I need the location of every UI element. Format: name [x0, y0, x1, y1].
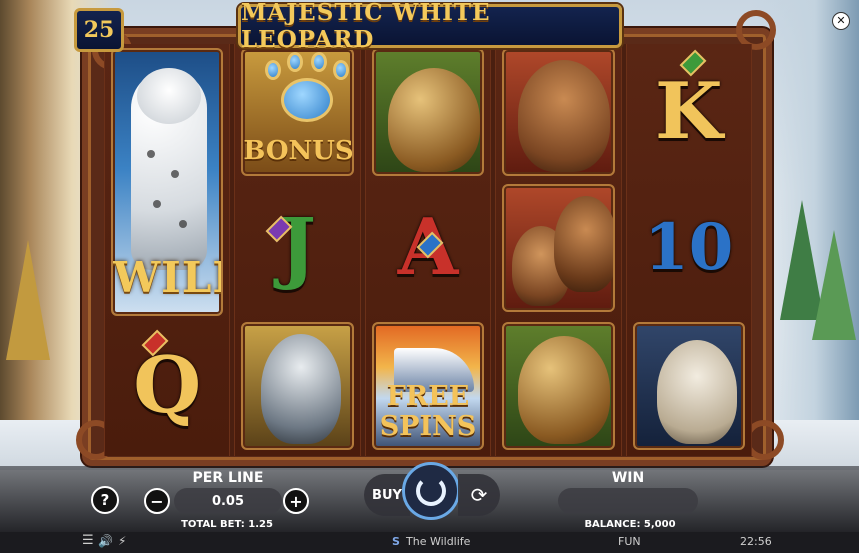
pine-tree-decoration: [6, 240, 50, 360]
wolf-image: [261, 334, 342, 444]
eagle-image: [387, 68, 480, 172]
game-name: The Wildlife: [406, 535, 471, 548]
symbol-a: A: [372, 184, 484, 312]
turbo-icon[interactable]: ⚡: [118, 534, 126, 548]
menu-icon[interactable]: ☰: [82, 533, 94, 548]
bear-symbol: [502, 48, 615, 176]
free-label: FREE: [386, 381, 470, 412]
bet-increase-button[interactable]: +: [283, 488, 309, 514]
autoplay-icon: ⟳: [470, 483, 488, 507]
spins-label: SPINS: [379, 411, 477, 442]
per-line-value: 0.05: [174, 488, 282, 514]
bear-image: [518, 60, 611, 172]
letter-10: 10: [644, 210, 734, 285]
mountain-goat-symbol: [632, 322, 745, 450]
bear-image: [554, 196, 613, 292]
snow-leopard-head: [137, 68, 201, 124]
symbol-10: 10: [633, 184, 745, 312]
bear-pair-symbol: [502, 184, 615, 312]
help-button[interactable]: ?: [91, 486, 119, 514]
wild-symbol: WILD: [111, 48, 224, 316]
eagle-symbol: [502, 322, 615, 450]
pine-tree-decoration: [812, 230, 856, 340]
mode-indicator: FUN: [618, 535, 641, 548]
paylines-badge: 25: [74, 8, 124, 52]
reel-3: A FREE SPINS: [364, 44, 492, 456]
reel-5: K 10: [625, 44, 752, 456]
win-label: WIN: [611, 470, 645, 486]
reels-grid: WILD Q BONUS J A: [104, 44, 752, 456]
leopard-spot: [147, 150, 155, 158]
autoplay-button[interactable]: ⟳: [458, 474, 500, 516]
paw-icon: [281, 78, 334, 122]
reel-1: WILD Q: [104, 44, 231, 456]
per-line-label: PER LINE: [192, 470, 264, 486]
letter-k: K: [654, 66, 723, 157]
paw-toe: [287, 52, 304, 72]
letter-q: Q: [133, 340, 202, 431]
symbol-j: J: [241, 184, 353, 312]
leopard-spot: [171, 170, 179, 178]
close-icon[interactable]: ✕: [832, 12, 850, 30]
sound-icon[interactable]: 🔊: [98, 534, 113, 548]
symbol-q: Q: [111, 322, 223, 450]
game-title: MAJESTIC WHITE LEOPARD: [241, 0, 491, 53]
game-title-banner: MAJESTIC WHITE LEOPARD: [238, 0, 622, 53]
leopard-spot: [179, 220, 187, 228]
spin-icon: [416, 476, 446, 506]
wild-label: WILD: [113, 253, 221, 302]
bonus-label: BONUS: [243, 136, 354, 166]
game-name-logo-icon: S: [392, 535, 400, 548]
total-bet-label: TOTAL BET: 1.25: [181, 519, 273, 530]
win-value-field: [558, 488, 698, 514]
leopard-spot: [153, 200, 161, 208]
symbol-k: K: [633, 48, 745, 176]
free-spins-label: FREE SPINS: [374, 382, 482, 442]
status-bar: ☰ 🔊 ⚡ S The Wildlife FUN 22:56: [0, 532, 859, 553]
wolf-symbol: [241, 322, 354, 450]
bonus-symbol: BONUS: [241, 48, 354, 176]
reel-2: BONUS J: [234, 44, 361, 456]
paw-toe: [333, 60, 350, 80]
goat-image: [656, 340, 737, 444]
clock: 22:56: [740, 535, 772, 548]
spin-button[interactable]: [402, 462, 460, 520]
bet-decrease-button[interactable]: −: [144, 488, 170, 514]
reel-4: [495, 44, 622, 456]
paw-toe: [311, 52, 328, 72]
free-spins-symbol: FREE SPINS: [371, 322, 485, 450]
eagle-image: [518, 336, 611, 444]
balance-label: BALANCE: 5,000: [584, 519, 676, 530]
paw-toe: [265, 60, 282, 80]
eagle-symbol: [371, 48, 485, 176]
